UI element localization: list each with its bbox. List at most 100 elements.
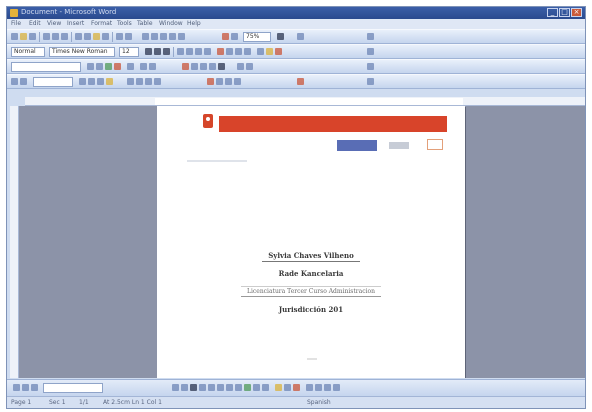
view-normal-icon[interactable] — [13, 384, 20, 391]
align-cell-icon[interactable] — [154, 78, 161, 85]
help-icon[interactable] — [277, 33, 284, 40]
zoom-select[interactable]: 75% — [243, 32, 271, 42]
bullets-icon[interactable] — [226, 48, 233, 55]
track-changes-icon[interactable] — [140, 63, 147, 70]
app-icon[interactable] — [10, 9, 18, 17]
font-color-icon[interactable] — [275, 48, 282, 55]
next-change-icon[interactable] — [96, 63, 103, 70]
vertical-ruler[interactable] — [10, 106, 19, 378]
italic-icon[interactable] — [154, 48, 161, 55]
menu-format[interactable]: Format — [91, 20, 112, 27]
document-line-course[interactable]: Licenciatura Tercer Curso Administracion — [157, 286, 465, 297]
increase-indent-icon[interactable] — [244, 48, 251, 55]
spelling-icon[interactable] — [61, 33, 68, 40]
menu-help[interactable]: Help — [187, 20, 201, 27]
fill-color-icon[interactable] — [275, 384, 282, 391]
bold-icon[interactable] — [145, 48, 152, 55]
numbering-icon[interactable] — [217, 48, 224, 55]
justify-icon[interactable] — [204, 48, 211, 55]
menu-edit[interactable]: Edit — [29, 20, 41, 27]
columns-icon[interactable] — [169, 33, 176, 40]
cut-icon[interactable] — [75, 33, 82, 40]
diagram-icon[interactable] — [244, 384, 251, 391]
shadow-style-icon[interactable] — [333, 384, 340, 391]
shading-icon[interactable] — [106, 78, 113, 85]
autoformat-icon[interactable] — [207, 78, 214, 85]
shadow-icon[interactable] — [237, 63, 244, 70]
new-comment-icon[interactable] — [127, 63, 134, 70]
sort-ascending-icon[interactable] — [216, 78, 223, 85]
insert-table-icon[interactable] — [127, 78, 134, 85]
document-line-office[interactable]: Rade Kancelaria — [157, 268, 465, 279]
textbox-icon[interactable] — [226, 384, 233, 391]
print-icon[interactable] — [43, 33, 50, 40]
menu-file[interactable]: File — [11, 20, 21, 27]
copy-icon[interactable] — [84, 33, 91, 40]
reject-change-icon[interactable] — [114, 63, 121, 70]
document-page[interactable]: Sylvia Chaves Vilheno Rade Kancelaria Li… — [157, 106, 465, 378]
document-map-icon[interactable] — [222, 33, 229, 40]
menu-window[interactable]: Window — [159, 20, 183, 27]
align-left-icon[interactable] — [177, 48, 184, 55]
menu-table[interactable]: Table — [137, 20, 153, 27]
wordart-icon[interactable] — [191, 63, 198, 70]
open-icon[interactable] — [20, 33, 27, 40]
text-box-icon[interactable] — [182, 63, 189, 70]
hyperlink-icon[interactable] — [142, 33, 149, 40]
autoshapes-icon[interactable] — [181, 384, 188, 391]
minimize-icon[interactable]: _ — [547, 8, 558, 17]
draw-table-icon[interactable] — [11, 78, 18, 85]
clipart-icon[interactable] — [200, 63, 207, 70]
save-icon[interactable] — [29, 33, 36, 40]
accept-change-icon[interactable] — [105, 63, 112, 70]
close-icon[interactable]: × — [571, 8, 582, 17]
decrease-indent-icon[interactable] — [235, 48, 242, 55]
toolbar-options-icon[interactable] — [367, 63, 374, 70]
read-icon[interactable] — [297, 33, 304, 40]
view-web-icon[interactable] — [22, 384, 29, 391]
menu-tools[interactable]: Tools — [117, 20, 132, 27]
maximize-icon[interactable]: □ — [559, 8, 570, 17]
arrow-icon[interactable] — [199, 384, 206, 391]
insert-picture-icon[interactable] — [297, 78, 304, 85]
line-style-select[interactable] — [33, 77, 73, 87]
line-color-icon[interactable] — [284, 384, 291, 391]
select-objects-icon[interactable] — [172, 384, 179, 391]
menu-insert[interactable]: Insert — [67, 20, 84, 27]
undo-icon[interactable] — [116, 33, 123, 40]
sort-descending-icon[interactable] — [225, 78, 232, 85]
reviewing-pane-icon[interactable] — [149, 63, 156, 70]
view-print-icon[interactable] — [31, 384, 38, 391]
outside-border-icon[interactable] — [97, 78, 104, 85]
toolbar-options-icon[interactable] — [367, 78, 374, 85]
wordart-icon[interactable] — [235, 384, 242, 391]
eraser-icon[interactable] — [20, 78, 27, 85]
document-line-author[interactable]: Sylvia Chaves Vilheno — [157, 250, 465, 262]
highlight-icon[interactable] — [266, 48, 273, 55]
new-icon[interactable] — [11, 33, 18, 40]
align-center-icon[interactable] — [186, 48, 193, 55]
document-canvas[interactable]: Sylvia Chaves Vilheno Rade Kancelaria Li… — [19, 106, 585, 378]
dash-style-icon[interactable] — [315, 384, 322, 391]
font-select[interactable]: Times New Roman — [49, 47, 115, 57]
drawing-icon[interactable] — [178, 33, 185, 40]
autosum-icon[interactable] — [234, 78, 241, 85]
excel-icon[interactable] — [160, 33, 167, 40]
toolbar-options-icon[interactable] — [367, 33, 374, 40]
style-select[interactable]: Normal — [11, 47, 45, 57]
print-preview-icon[interactable] — [52, 33, 59, 40]
align-right-icon[interactable] — [195, 48, 202, 55]
show-hide-icon[interactable] — [231, 33, 238, 40]
format-painter-icon[interactable] — [102, 33, 109, 40]
arrow-style-icon[interactable] — [324, 384, 331, 391]
line-weight-icon[interactable] — [79, 78, 86, 85]
menu-view[interactable]: View — [47, 20, 61, 27]
border-color-icon[interactable] — [88, 78, 95, 85]
previous-change-icon[interactable] — [87, 63, 94, 70]
picture-icon[interactable] — [262, 384, 269, 391]
font-size-select[interactable]: 12 — [119, 47, 139, 57]
paste-icon[interactable] — [93, 33, 100, 40]
border-icon[interactable] — [257, 48, 264, 55]
merge-cells-icon[interactable] — [136, 78, 143, 85]
display-select[interactable] — [11, 62, 81, 72]
